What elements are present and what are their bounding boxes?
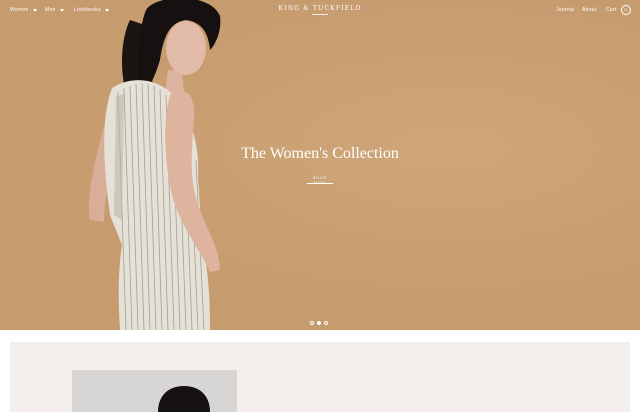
nav-about[interactable]: About [582, 7, 597, 13]
nav-about-label: About [582, 7, 597, 13]
nav-journal-label: Journal [556, 7, 575, 13]
nav-cart-label: Cart [606, 7, 617, 13]
carousel-dot-1[interactable] [310, 321, 314, 325]
nav-journal[interactable]: Journal [556, 7, 575, 13]
hero-banner: Women Men Lookbooks KING & TUCKFIELD Jou… [0, 0, 640, 330]
nav-cart[interactable]: Cart 0 [606, 5, 631, 15]
logo-underline [312, 14, 328, 15]
top-navigation: Women Men Lookbooks KING & TUCKFIELD Jou… [0, 0, 640, 24]
carousel-dot-3[interactable] [324, 321, 328, 325]
featured-product-image[interactable] [72, 370, 237, 412]
carousel-dot-2[interactable] [317, 321, 321, 325]
featured-model-image [158, 386, 210, 412]
carousel-indicators [310, 321, 328, 325]
brand-logo[interactable]: KING & TUCKFIELD [0, 5, 640, 12]
shop-now-underline [307, 183, 333, 184]
cart-count-badge: 0 [620, 5, 631, 15]
hero-model-image [88, 0, 221, 330]
hero-title: The Women's Collection [241, 145, 399, 162]
